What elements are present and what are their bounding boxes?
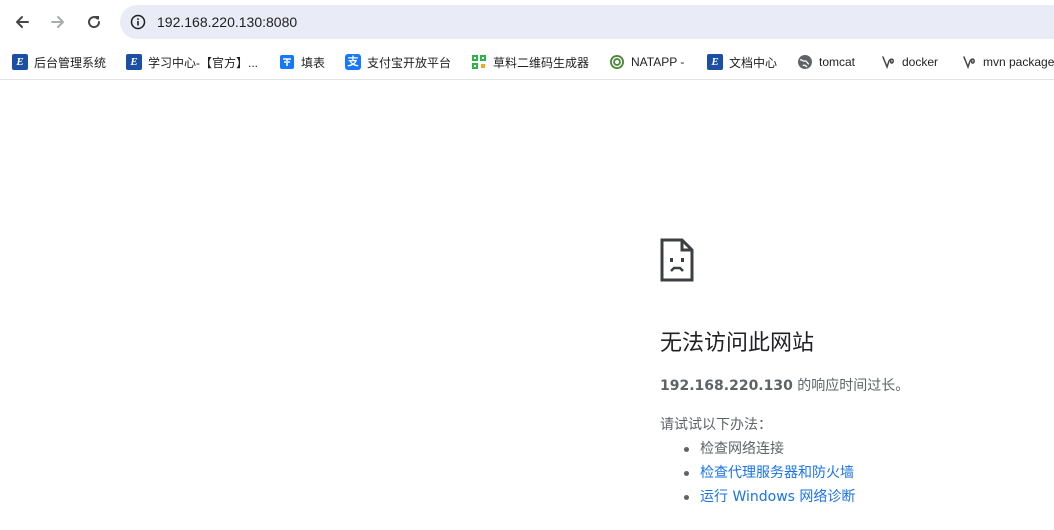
e-logo-icon: E <box>126 54 142 70</box>
sad-document-icon <box>660 238 694 282</box>
arrow-right-icon <box>51 16 64 28</box>
bookmark-item[interactable]: 草料二维码生成器 <box>471 51 589 73</box>
bookmark-label: 后台管理系统 <box>34 55 107 70</box>
bookmark-label: docker <box>902 55 939 69</box>
error-description-text: 的响应时间过长。 <box>792 378 910 394</box>
bookmark-item[interactable]: E 后台管理系统 <box>12 51 106 73</box>
e-logo-icon: E <box>12 54 28 70</box>
bookmark-item[interactable]: E 学习中心-【官方】... <box>126 51 258 73</box>
bookmark-label: 学习中心-【官方】... <box>148 55 258 70</box>
bookmark-label: tomcat <box>819 55 856 69</box>
reload-button[interactable] <box>80 8 108 36</box>
address-bar[interactable]: 192.168.220.130:8080 <box>120 5 1054 39</box>
bookmark-label: NATAPP - <box>631 55 685 69</box>
alipay-icon: 支 <box>345 54 361 70</box>
reload-icon <box>88 16 101 29</box>
bookmark-label: 文档中心 <box>729 55 778 70</box>
bookmark-label: mvn package <box>983 55 1054 69</box>
suggestion-label: 检查网络连接 <box>700 441 784 457</box>
url-text[interactable]: 192.168.220.130:8080 <box>157 13 297 31</box>
qrcode-icon <box>471 54 487 70</box>
bookmark-item[interactable]: E 文档中心 <box>707 51 777 73</box>
bookmark-label: 填表 <box>301 55 326 70</box>
error-description: 192.168.220.130 的响应时间过长。 <box>660 376 909 396</box>
back-button[interactable] <box>8 8 36 36</box>
bookmark-item[interactable]: NATAPP - <box>609 51 684 73</box>
spiral-icon <box>880 54 896 70</box>
bookmark-label: 草料二维码生成器 <box>493 55 590 70</box>
e-logo-icon: E <box>707 54 723 70</box>
error-page: 无法访问此网站 192.168.220.130 的响应时间过长。 请试试以下办法… <box>0 81 1054 530</box>
bookmarks-bar: E 后台管理系统 E 学习中心-【官方】... 填表 支 支付宝开放平台 草料二… <box>0 44 1054 80</box>
info-icon <box>130 14 146 30</box>
error-host: 192.168.220.130 <box>660 378 793 394</box>
arrow-left-icon <box>16 16 29 28</box>
bookmark-item[interactable]: docker <box>880 51 938 73</box>
error-title: 无法访问此网站 <box>660 331 815 356</box>
suggestions-list: 检查网络连接 检查代理服务器和防火墙 运行 Windows 网络诊断 <box>680 437 855 509</box>
bookmark-item[interactable]: mvn package <box>961 51 1054 73</box>
suggestion-item: 检查网络连接 <box>680 437 855 461</box>
site-info-button[interactable] <box>128 12 148 32</box>
suggestion-item-diagnostics[interactable]: 运行 Windows 网络诊断 <box>680 485 855 509</box>
spiral-icon <box>961 54 977 70</box>
natapp-icon <box>609 54 625 70</box>
suggestion-link[interactable]: 运行 Windows 网络诊断 <box>700 489 855 505</box>
globe-icon <box>797 54 813 70</box>
suggestion-link[interactable]: 检查代理服务器和防火墙 <box>700 465 854 481</box>
form-icon <box>279 54 295 70</box>
suggestions-heading: 请试试以下办法： <box>660 417 772 433</box>
bookmark-item[interactable]: 支 支付宝开放平台 <box>345 51 451 73</box>
forward-button[interactable] <box>44 8 72 36</box>
bookmark-item[interactable]: tomcat <box>797 51 855 73</box>
bookmark-label: 支付宝开放平台 <box>367 55 452 70</box>
suggestion-item-proxy[interactable]: 检查代理服务器和防火墙 <box>680 461 855 485</box>
bookmark-item[interactable]: 填表 <box>279 51 325 73</box>
browser-toolbar: 192.168.220.130:8080 <box>0 0 1054 44</box>
